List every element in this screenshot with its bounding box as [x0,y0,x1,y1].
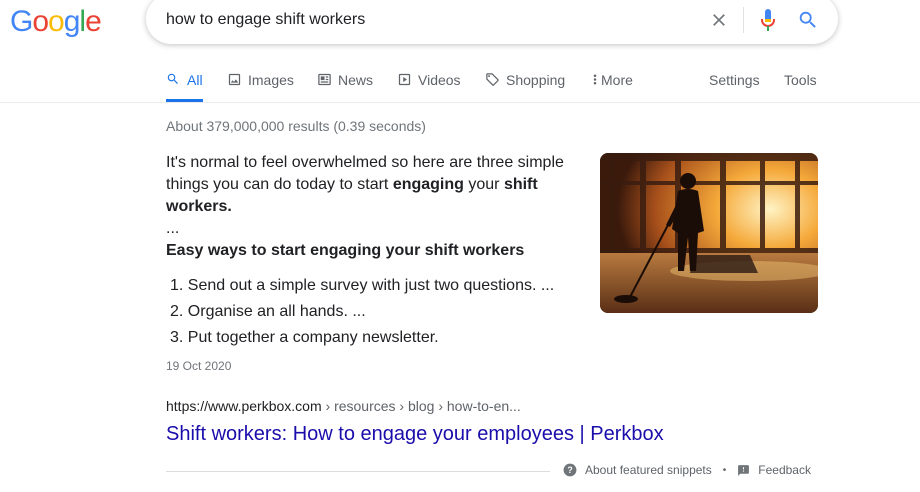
tab-images[interactable]: Images [227,72,294,102]
feedback-icon [737,464,750,477]
snippet-text: your [463,176,504,193]
list-item: 2. Organise an all hands. ... [170,303,366,320]
logo-letter: o [32,5,49,38]
tab-news[interactable]: News [317,72,373,102]
list-item: 1. Send out a simple survey with just tw… [170,277,555,294]
snippet-text: . [227,198,232,215]
footer-separator: • [722,464,727,476]
close-icon[interactable] [707,8,731,32]
more-vert-icon [591,72,599,88]
tab-videos[interactable]: Videos [397,72,461,102]
result-path: › resources › blog › how-to-en... [321,398,521,414]
tools-link[interactable]: Tools [784,72,817,88]
tab-label: All [187,72,203,88]
result-stats: About 379,000,000 results (0.39 seconds) [166,118,426,134]
about-featured-snippets-link[interactable]: About featured snippets [585,463,712,477]
snippet-bottom-divider [166,471,550,472]
snippet-footer: ? About featured snippets • Feedback [563,463,811,477]
search-icon [166,72,182,88]
tab-label: More [601,72,633,88]
tab-all[interactable]: All [166,72,203,102]
logo-letter: o [48,5,65,38]
google-logo[interactable]: Google [10,5,102,38]
logo-letter: e [85,5,102,38]
tab-label: Videos [418,72,461,88]
header-divider [0,102,920,103]
microphone-icon[interactable] [756,8,780,32]
help-icon: ? [563,463,577,477]
tag-icon [485,72,501,88]
tab-label: Shopping [506,72,566,88]
settings-link[interactable]: Settings [709,72,760,88]
result-url[interactable]: https://www.perkbox.com › resources › bl… [166,398,521,414]
feedback-link[interactable]: Feedback [758,463,811,477]
tab-shopping[interactable]: Shopping [485,72,565,102]
tab-more[interactable]: More [591,72,633,102]
search-box [146,0,838,44]
snippet-list-heading: Easy ways to start engaging your shift w… [166,242,525,259]
featured-snippet-text: It's normal to feel overwhelmed so here … [166,152,578,218]
logo-letter: G [10,5,33,38]
result-title-link[interactable]: Shift workers: How to engage your employ… [166,423,664,446]
search-icon[interactable] [796,8,820,32]
svg-text:?: ? [567,465,572,475]
result-domain: https://www.perkbox.com [166,398,322,414]
list-item: 3. Put together a company newsletter. [170,329,439,346]
snippet-ellipsis: ... [166,220,180,237]
tab-label: Images [248,72,294,88]
news-icon [317,72,333,88]
tab-label: News [338,72,374,88]
logo-letter: g [63,5,81,38]
snippet-bold: engaging [392,176,464,193]
snippet-date: 19 Oct 2020 [166,359,232,373]
image-icon [227,72,243,88]
snippet-list: 1. Send out a simple survey with just tw… [166,273,554,351]
video-icon [397,72,413,88]
search-divider [743,7,744,33]
snippet-image[interactable] [600,153,818,313]
search-input[interactable] [166,8,686,32]
